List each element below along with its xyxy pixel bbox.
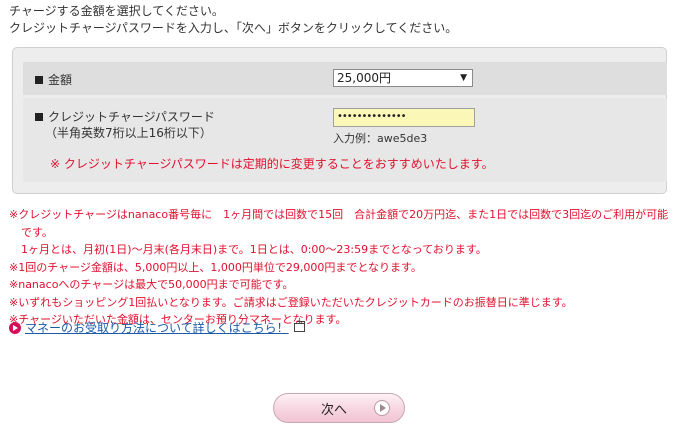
note-item: です。 xyxy=(21,225,53,239)
charge-form: 金額 25,000円 ▼ クレジットチャージパスワード （半角英数7桁以上16桁… xyxy=(12,47,667,194)
square-bullet-icon xyxy=(35,113,43,121)
amount-selected-value: 25,000円 xyxy=(337,71,391,85)
password-label: クレジットチャージパスワード xyxy=(35,108,215,125)
dropdown-arrow-icon: ▼ xyxy=(460,73,467,83)
password-advice: ※ クレジットチャージパスワードは定期的に変更することをおすすめいたします。 xyxy=(50,157,494,171)
password-row: クレジットチャージパスワード （半角英数7桁以上16桁以下） •••••••••… xyxy=(23,98,667,182)
note-item: 1ヶ月とは、月初(1日)～月末(各月末日)まで。1日とは、0:00～23:59ま… xyxy=(21,243,487,256)
notes-list: ※クレジットチャージはnanaco番号毎に 1ヶ月間では回数で15回 合計金額で… xyxy=(9,206,668,329)
note-item: ※いずれもショッピング1回払いとなります。ご請求はご登録いただいたクレジットカー… xyxy=(9,295,573,309)
money-info-link[interactable]: マネーのお受取り方法について詳しくはこちら！ xyxy=(25,319,289,336)
next-button-label: 次へ xyxy=(320,402,347,418)
instructions: チャージする金額を選択してください。 クレジットチャージパスワードを入力し、「次… xyxy=(9,3,457,37)
instruction-line-1: チャージする金額を選択してください。 xyxy=(9,4,224,18)
note-item: ※nanacoへのチャージは最大で50,000円まで可能です。 xyxy=(9,278,294,291)
money-info-link-row: マネーのお受取り方法について詳しくはこちら！ xyxy=(9,319,305,336)
password-input[interactable]: •••••••••••••• xyxy=(333,108,475,127)
amount-select[interactable]: 25,000円 ▼ xyxy=(333,69,473,87)
next-button[interactable]: 次へ xyxy=(273,393,405,423)
note-item: ※クレジットチャージはnanaco番号毎に 1ヶ月間では回数で15回 合計金額で… xyxy=(9,208,669,221)
password-hint: （半角英数7桁以上16桁以下） xyxy=(45,126,212,140)
arrow-bullet-icon xyxy=(9,321,21,334)
new-window-icon xyxy=(293,321,305,332)
amount-label: 金額 xyxy=(35,71,72,88)
note-item: ※1回のチャージ金額は、5,000円以上、1,000円単位で29,000円までと… xyxy=(9,260,422,274)
instruction-line-2: クレジットチャージパスワードを入力し、「次へ」ボタンをクリックしてください。 xyxy=(9,21,458,35)
input-example: 入力例：awe5de3 xyxy=(333,132,428,145)
play-arrow-icon xyxy=(374,400,390,416)
amount-row: 金額 25,000円 ▼ xyxy=(23,62,667,95)
square-bullet-icon xyxy=(35,76,43,84)
